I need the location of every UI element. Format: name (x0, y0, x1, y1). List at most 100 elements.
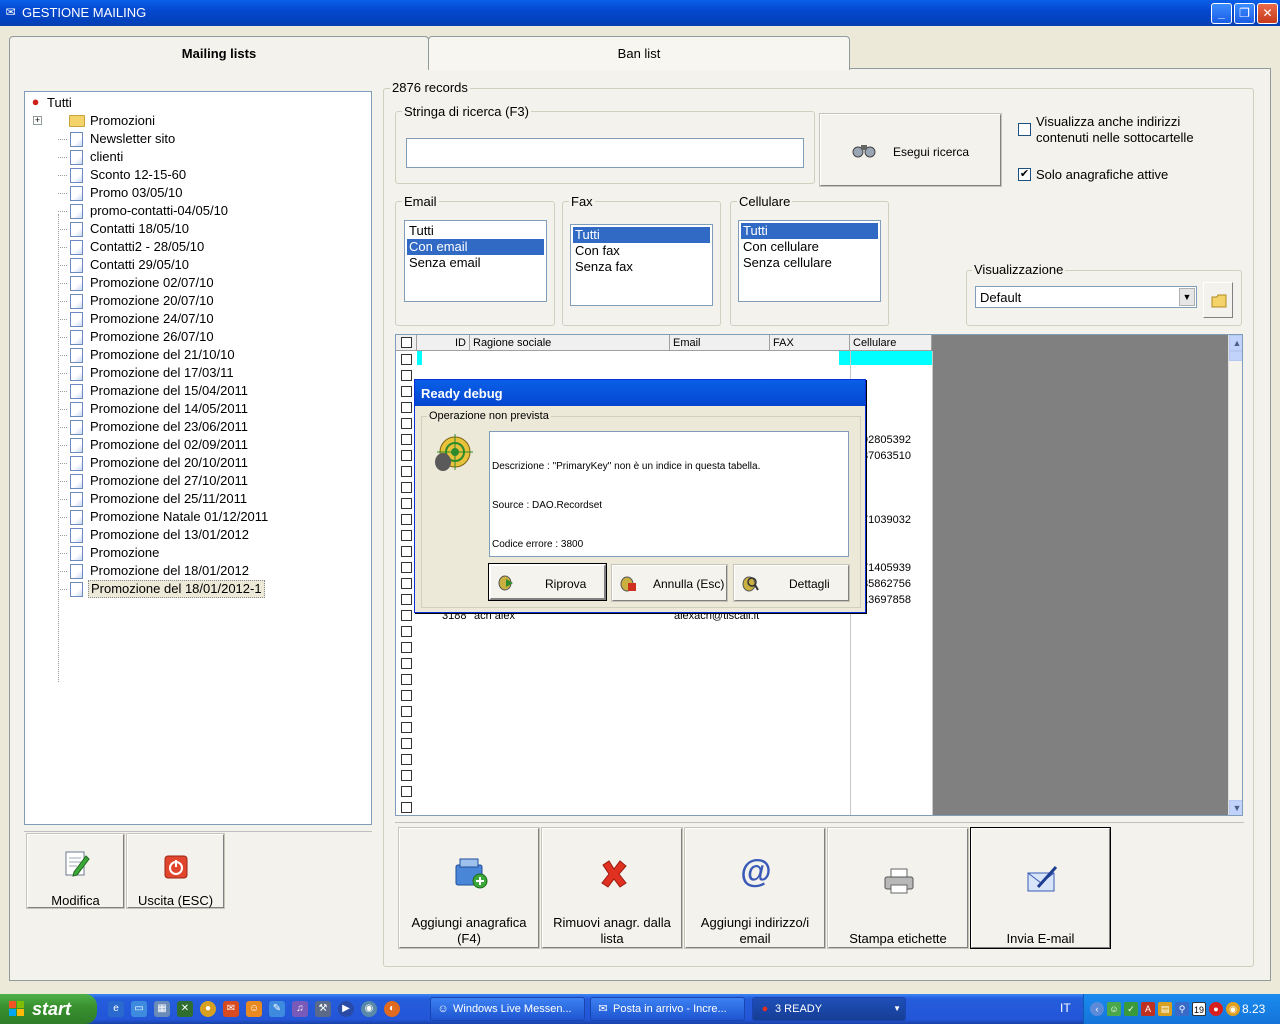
email-filter-item[interactable]: Tutti (407, 223, 544, 239)
tools-icon[interactable]: ⚒ (315, 1001, 331, 1017)
add-record-button[interactable]: Aggiungi anagrafica (F4) (398, 827, 540, 949)
row-checkbox[interactable] (401, 402, 412, 413)
row-checkbox[interactable] (401, 482, 412, 493)
row-checkbox[interactable] (401, 386, 412, 397)
fax-filter-item[interactable]: Tutti (573, 227, 710, 243)
tray-security-icon[interactable]: ✓ (1124, 1002, 1138, 1016)
mobile-filter-item[interactable]: Con cellulare (741, 239, 878, 255)
row-checkbox[interactable] (401, 690, 412, 701)
tray-chevron-icon[interactable]: ‹ (1090, 1002, 1104, 1016)
globe-icon[interactable]: ◉ (361, 1001, 377, 1017)
retry-button[interactable]: Riprova (488, 563, 607, 601)
search-button[interactable]: Esegui ricerca (819, 113, 1002, 187)
tab-ban-list[interactable]: Ban list (428, 36, 850, 70)
task-mail[interactable]: ✉ Posta in arrivo - Incre... (590, 997, 745, 1021)
row-checkbox[interactable] (401, 626, 412, 637)
title-bar[interactable]: ✉ GESTIONE MAILING _ ❐ ✕ (0, 0, 1280, 26)
print-labels-button[interactable]: Stampa etichette (827, 827, 969, 949)
close-button[interactable]: ✕ (1257, 3, 1278, 24)
column-header-email[interactable]: Email (670, 335, 770, 351)
column-header-id[interactable]: ID (417, 335, 470, 351)
calculator-icon[interactable]: ▦ (154, 1001, 170, 1017)
row-checkbox[interactable] (401, 418, 412, 429)
row-checkbox[interactable] (401, 706, 412, 717)
row-checkbox[interactable] (401, 770, 412, 781)
email-filter-item[interactable]: Con email (407, 239, 544, 255)
fax-filter-item[interactable]: Con fax (573, 243, 710, 259)
column-header-mobile[interactable]: Cellulare (850, 335, 932, 351)
tray-messenger-icon[interactable]: ☺ (1107, 1002, 1121, 1016)
row-checkbox[interactable] (401, 722, 412, 733)
row-checkbox[interactable] (401, 738, 412, 749)
language-indicator[interactable]: IT (1060, 1001, 1071, 1015)
tray-pdf-icon[interactable]: A (1141, 1002, 1155, 1016)
task-group-chevron-icon[interactable]: ▼ (893, 998, 901, 1020)
task-messenger[interactable]: ☺ Windows Live Messen... (430, 997, 585, 1021)
row-checkbox[interactable] (401, 610, 412, 621)
row-checkbox[interactable] (401, 450, 412, 461)
row-checkbox[interactable] (401, 658, 412, 669)
row-checkbox[interactable] (401, 434, 412, 445)
header-checkbox[interactable] (401, 337, 412, 348)
row-checkbox[interactable] (401, 642, 412, 653)
media-icon[interactable]: ♫ (292, 1001, 308, 1017)
subfolders-checkbox[interactable] (1018, 123, 1031, 136)
mobile-filter-item[interactable]: Senza cellulare (741, 255, 878, 271)
row-checkbox[interactable] (401, 578, 412, 589)
email-filter-item[interactable]: Senza email (407, 255, 544, 271)
fax-filter-list[interactable]: Tutti Con fax Senza fax (570, 224, 713, 306)
maximize-button[interactable]: ❐ (1234, 3, 1255, 24)
remove-record-button[interactable]: Rimuovi anagr. dalla lista (541, 827, 683, 949)
details-button[interactable]: Dettagli (733, 564, 850, 602)
ie-icon[interactable]: e (108, 1001, 124, 1017)
fax-filter-item[interactable]: Senza fax (573, 259, 710, 275)
column-header-name[interactable]: Ragione sociale (470, 335, 670, 351)
row-checkbox[interactable] (401, 594, 412, 605)
expand-icon[interactable]: + (33, 116, 42, 125)
tray-calendar-icon[interactable]: 19 (1192, 1002, 1206, 1016)
row-checkbox[interactable] (401, 754, 412, 765)
messenger-icon[interactable]: ☺ (246, 1001, 262, 1017)
task-ready[interactable]: ● 3 READY ▼ (752, 997, 906, 1021)
row-checkbox[interactable] (401, 546, 412, 557)
cancel-button[interactable]: Annulla (Esc) (611, 564, 728, 602)
row-checkbox[interactable] (401, 498, 412, 509)
row-checkbox[interactable] (401, 674, 412, 685)
explorer-icon[interactable]: ✎ (269, 1001, 285, 1017)
view-select[interactable]: Default ▼ (975, 286, 1197, 308)
tray-update-icon[interactable]: ◉ (1226, 1002, 1240, 1016)
player-icon[interactable]: ▶ (338, 1001, 354, 1017)
edit-button[interactable]: Modifica (26, 833, 125, 909)
minimize-button[interactable]: _ (1211, 3, 1232, 24)
tray-search-icon[interactable]: ⚲ (1175, 1002, 1189, 1016)
column-header-fax[interactable]: FAX (770, 335, 850, 351)
tab-mailing-lists[interactable]: Mailing lists (9, 36, 429, 70)
header-select-all[interactable] (396, 335, 417, 351)
mailing-list-tree[interactable]: ● Tutti + Promozioni Newsletter sito client… (24, 91, 372, 825)
row-checkbox[interactable] (401, 466, 412, 477)
scroll-down-icon[interactable]: ▼ (1229, 800, 1242, 815)
chevron-down-icon[interactable]: ▼ (1179, 288, 1195, 306)
error-message-box[interactable]: Descrizione : "PrimaryKey" non è un indi… (489, 431, 849, 557)
mail-icon[interactable]: ✉ (223, 1001, 239, 1017)
mobile-filter-item[interactable]: Tutti (741, 223, 878, 239)
row-checkbox[interactable] (401, 562, 412, 573)
row-checkbox[interactable] (401, 370, 412, 381)
tray-printer-icon[interactable]: ▤ (1158, 1002, 1172, 1016)
row-checkbox[interactable] (401, 354, 412, 365)
row-checkbox[interactable] (401, 802, 412, 813)
scroll-thumb[interactable] (1229, 351, 1242, 361)
tray-alert-icon[interactable]: ● (1209, 1002, 1223, 1016)
network-icon[interactable]: ✕ (177, 1001, 193, 1017)
firefox-icon[interactable]: ◐ (384, 1001, 400, 1017)
email-filter-list[interactable]: Tutti Con email Senza email (404, 220, 547, 302)
chrome-icon[interactable]: ● (200, 1001, 216, 1017)
desktop-icon[interactable]: ▭ (131, 1001, 147, 1017)
row-checkbox[interactable] (401, 786, 412, 797)
active-only-checkbox[interactable]: ✔ (1018, 168, 1031, 181)
scroll-up-icon[interactable]: ▲ (1229, 335, 1242, 351)
mobile-filter-list[interactable]: Tutti Con cellulare Senza cellulare (738, 220, 881, 302)
dialog-title[interactable]: Ready debug (415, 380, 865, 406)
search-input[interactable] (406, 138, 804, 168)
row-checkbox[interactable] (401, 530, 412, 541)
